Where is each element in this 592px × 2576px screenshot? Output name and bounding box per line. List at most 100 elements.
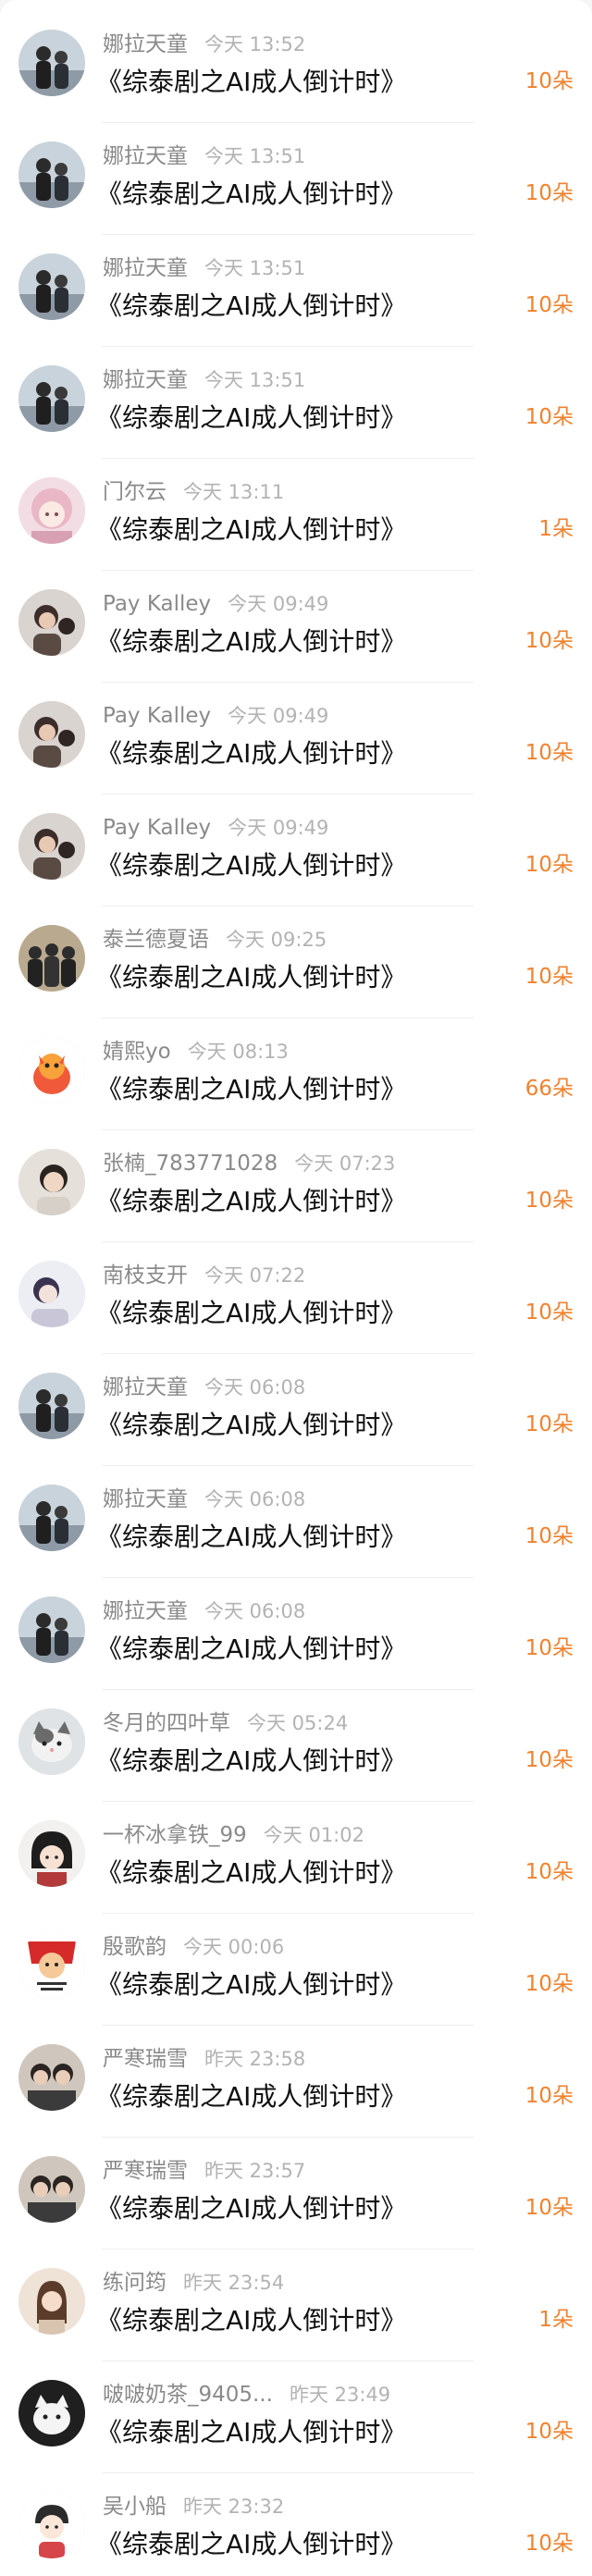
list-item[interactable]: 娜拉天童 今天 13:51 《综泰剧之AI成人倒计时》 10朵 bbox=[0, 347, 592, 459]
list-item[interactable]: 婧熙yo 今天 08:13 《综泰剧之AI成人倒计时》 66朵 bbox=[0, 1018, 592, 1130]
list-item[interactable]: 泰兰德夏语 今天 09:25 《综泰剧之AI成人倒计时》 10朵 bbox=[0, 906, 592, 1018]
book-title: 《综泰剧之AI成人倒计时》 bbox=[96, 1969, 407, 2000]
timestamp: 今天 13:52 bbox=[204, 33, 306, 55]
user-name[interactable]: 严寒瑞雪 bbox=[103, 2157, 188, 2185]
list-item[interactable]: Pay Kalley 今天 09:49 《综泰剧之AI成人倒计时》 10朵 bbox=[0, 683, 592, 795]
timestamp: 今天 07:22 bbox=[204, 1264, 306, 1287]
timestamp: 今天 09:49 bbox=[228, 593, 329, 615]
user-name[interactable]: 娜拉天童 bbox=[103, 31, 188, 58]
list-item[interactable]: 娜拉天童 今天 13:51 《综泰剧之AI成人倒计时》 10朵 bbox=[0, 123, 592, 235]
meme-red-avatar[interactable] bbox=[18, 1932, 85, 1999]
photo-couple-avatar[interactable] bbox=[18, 1596, 85, 1663]
timestamp: 今天 13:51 bbox=[204, 257, 306, 279]
book-title: 《综泰剧之AI成人倒计时》 bbox=[96, 626, 407, 657]
user-name[interactable]: 娜拉天童 bbox=[103, 1485, 188, 1513]
list-item[interactable]: 吴小船 昨天 23:32 《综泰剧之AI成人倒计时》 10朵 bbox=[0, 2473, 592, 2576]
photo-couple-avatar[interactable] bbox=[18, 142, 85, 208]
cartoon-boy-avatar[interactable] bbox=[18, 2492, 85, 2558]
user-name[interactable]: 吴小船 bbox=[103, 2493, 166, 2521]
photo-couple-avatar[interactable] bbox=[18, 30, 85, 96]
photo-couple-avatar[interactable] bbox=[18, 365, 85, 432]
user-name[interactable]: 婧熙yo bbox=[103, 1038, 171, 1066]
photo-soft-portrait-avatar[interactable] bbox=[18, 1261, 85, 1327]
user-name[interactable]: 殷歌韵 bbox=[103, 1933, 166, 1961]
book-title: 《综泰剧之AI成人倒计时》 bbox=[96, 850, 407, 881]
list-item[interactable]: 严寒瑞雪 昨天 23:57 《综泰剧之AI成人倒计时》 10朵 bbox=[0, 2138, 592, 2249]
photo-girl-avatar[interactable] bbox=[18, 2268, 85, 2335]
timestamp: 昨天 23:54 bbox=[183, 2272, 285, 2294]
user-name[interactable]: 啵啵奶茶_9405... bbox=[103, 2381, 273, 2409]
flower-count: 10朵 bbox=[524, 2196, 574, 2220]
list-item[interactable]: 一杯冰拿铁_99 今天 01:02 《综泰剧之AI成人倒计时》 10朵 bbox=[0, 1802, 592, 1914]
user-name[interactable]: 娜拉天童 bbox=[103, 366, 188, 394]
flower-count: 10朵 bbox=[524, 1412, 574, 1436]
list-item[interactable]: 殷歌韵 今天 00:06 《综泰剧之AI成人倒计时》 10朵 bbox=[0, 1914, 592, 2026]
timestamp: 今天 06:08 bbox=[204, 1376, 306, 1399]
flower-count: 10朵 bbox=[524, 293, 574, 317]
user-name[interactable]: 泰兰德夏语 bbox=[103, 926, 209, 954]
list-item[interactable]: 娜拉天童 今天 13:51 《综泰剧之AI成人倒计时》 10朵 bbox=[0, 235, 592, 347]
user-name[interactable]: 娜拉天童 bbox=[103, 1597, 188, 1625]
list-item[interactable]: 严寒瑞雪 昨天 23:58 《综泰剧之AI成人倒计时》 10朵 bbox=[0, 2026, 592, 2138]
timestamp: 今天 08:13 bbox=[187, 1041, 289, 1063]
photo-group-avatar[interactable] bbox=[18, 925, 85, 992]
cartoon-dragon-avatar[interactable] bbox=[18, 1037, 85, 1103]
item-meta: 娜拉天童 今天 13:51 bbox=[103, 142, 305, 170]
list-item[interactable]: Pay Kalley 今天 09:49 《综泰剧之AI成人倒计时》 10朵 bbox=[0, 795, 592, 906]
list-item[interactable]: 门尔云 今天 13:11 《综泰剧之AI成人倒计时》 1朵 bbox=[0, 459, 592, 571]
user-name[interactable]: Pay Kalley bbox=[103, 590, 211, 618]
photo-portrait-avatar[interactable] bbox=[18, 589, 85, 656]
list-item[interactable]: 冬月的四叶草 今天 05:24 《综泰剧之AI成人倒计时》 10朵 bbox=[0, 1690, 592, 1802]
user-name[interactable]: Pay Kalley bbox=[103, 814, 211, 842]
user-name[interactable]: 娜拉天童 bbox=[103, 1374, 188, 1401]
timestamp: 今天 05:24 bbox=[247, 1712, 349, 1734]
user-name[interactable]: 严寒瑞雪 bbox=[103, 2045, 188, 2073]
user-name[interactable]: 练问筠 bbox=[103, 2269, 166, 2297]
flower-count: 1朵 bbox=[538, 2308, 574, 2332]
user-name[interactable]: 张楠_783771028 bbox=[103, 1150, 278, 1177]
list-item[interactable]: 练问筠 昨天 23:54 《综泰剧之AI成人倒计时》 1朵 bbox=[0, 2249, 592, 2361]
photo-duo-avatar[interactable] bbox=[18, 2156, 85, 2223]
anime-boy-avatar[interactable] bbox=[18, 1820, 85, 1887]
timestamp: 今天 06:08 bbox=[204, 1488, 306, 1510]
book-title: 《综泰剧之AI成人倒计时》 bbox=[96, 1857, 407, 1888]
user-name[interactable]: 娜拉天童 bbox=[103, 142, 188, 170]
user-name[interactable]: 娜拉天童 bbox=[103, 254, 188, 282]
book-title: 《综泰剧之AI成人倒计时》 bbox=[96, 1522, 407, 1552]
user-name[interactable]: 南枝支开 bbox=[103, 1262, 188, 1289]
list-item[interactable]: 张楠_783771028 今天 07:23 《综泰剧之AI成人倒计时》 10朵 bbox=[0, 1130, 592, 1242]
flower-count: 10朵 bbox=[524, 2532, 574, 2556]
user-name[interactable]: 冬月的四叶草 bbox=[103, 1709, 230, 1737]
photo-couple-avatar[interactable] bbox=[18, 253, 85, 320]
photo-couple-avatar[interactable] bbox=[18, 1373, 85, 1439]
item-meta: Pay Kalley 今天 09:49 bbox=[103, 590, 328, 618]
item-meta: 张楠_783771028 今天 07:23 bbox=[103, 1150, 395, 1177]
book-title: 《综泰剧之AI成人倒计时》 bbox=[96, 1186, 407, 1216]
list-item[interactable]: Pay Kalley 今天 09:49 《综泰剧之AI成人倒计时》 10朵 bbox=[0, 571, 592, 683]
user-name[interactable]: 门尔云 bbox=[103, 478, 166, 506]
flower-count: 10朵 bbox=[524, 1189, 574, 1213]
timestamp: 今天 01:02 bbox=[263, 1824, 364, 1846]
list-item[interactable]: 啵啵奶茶_9405... 昨天 23:49 《综泰剧之AI成人倒计时》 10朵 bbox=[0, 2361, 592, 2473]
list-item[interactable]: 南枝支开 今天 07:22 《综泰剧之AI成人倒计时》 10朵 bbox=[0, 1242, 592, 1354]
book-title: 《综泰剧之AI成人倒计时》 bbox=[96, 738, 407, 769]
photo-selfie-avatar[interactable] bbox=[18, 1149, 85, 1215]
list-item[interactable]: 娜拉天童 今天 06:08 《综泰剧之AI成人倒计时》 10朵 bbox=[0, 1466, 592, 1578]
book-title: 《综泰剧之AI成人倒计时》 bbox=[96, 1074, 407, 1104]
flower-count: 10朵 bbox=[524, 1972, 574, 1996]
list-item[interactable]: 娜拉天童 今天 06:08 《综泰剧之AI成人倒计时》 10朵 bbox=[0, 1354, 592, 1466]
list-item[interactable]: 娜拉天童 今天 06:08 《综泰剧之AI成人倒计时》 10朵 bbox=[0, 1578, 592, 1690]
photo-dark-cat-avatar[interactable] bbox=[18, 2380, 85, 2447]
photo-portrait-avatar[interactable] bbox=[18, 813, 85, 880]
photo-cat-avatar[interactable] bbox=[18, 1708, 85, 1775]
item-meta: 娜拉天童 今天 06:08 bbox=[103, 1597, 305, 1625]
photo-couple-avatar[interactable] bbox=[18, 1485, 85, 1551]
list-item[interactable]: 娜拉天童 今天 13:52 《综泰剧之AI成人倒计时》 10朵 bbox=[0, 11, 592, 123]
user-name[interactable]: Pay Kalley bbox=[103, 702, 211, 730]
anime-girl-avatar[interactable] bbox=[18, 477, 85, 544]
user-name[interactable]: 一杯冰拿铁_99 bbox=[103, 1821, 247, 1849]
photo-duo-avatar[interactable] bbox=[18, 2044, 85, 2111]
photo-portrait-avatar[interactable] bbox=[18, 701, 85, 768]
book-title: 《综泰剧之AI成人倒计时》 bbox=[96, 962, 407, 992]
book-title: 《综泰剧之AI成人倒计时》 bbox=[96, 2081, 407, 2112]
